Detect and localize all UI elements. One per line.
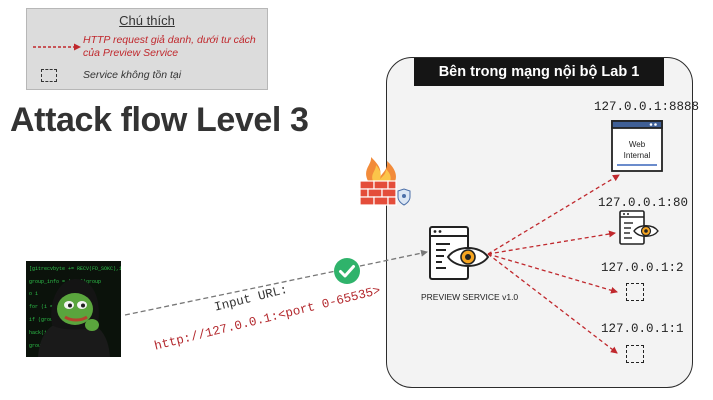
- hooded-hacker-icon: [38, 279, 110, 357]
- arrow-to-2: [487, 253, 618, 294]
- arrow-to-8888: [487, 174, 620, 255]
- missing-service-box-2: [626, 283, 644, 301]
- arrow-to-80: [487, 230, 616, 255]
- request-arrow: [124, 249, 428, 316]
- service-address-2: 127.0.0.1:2: [601, 261, 684, 275]
- web-label-line2: Internal: [624, 151, 651, 160]
- attacker-avatar: [gitrecvbyte += RECV(FD_SOKC),1] group_i…: [26, 261, 121, 357]
- service-address-1: 127.0.0.1:1: [601, 322, 684, 336]
- service-monitor-icon: [619, 210, 659, 245]
- missing-service-box-1: [626, 345, 644, 363]
- service-address-80: 127.0.0.1:80: [598, 196, 689, 210]
- preview-service-label: PREVIEW SERVICE v1.0: [421, 292, 519, 302]
- service-address-8888: 127.0.0.1:8888: [594, 100, 700, 114]
- preview-service-icon: [429, 226, 490, 280]
- check-icon: [334, 258, 360, 284]
- firewall-icon: [359, 157, 411, 206]
- arrow-to-1: [487, 253, 618, 354]
- web-label-line1: Web: [629, 140, 646, 149]
- web-internal-icon: Web Internal: [611, 120, 663, 172]
